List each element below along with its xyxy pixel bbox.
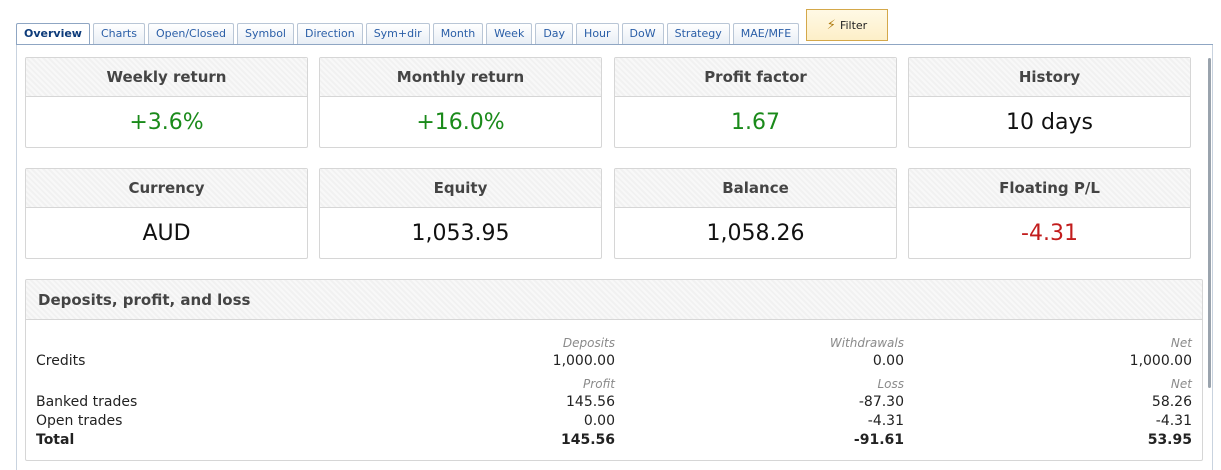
card-value: AUD	[142, 221, 191, 246]
tab-month[interactable]: Month	[432, 23, 484, 44]
card-balance: Balance 1,058.26	[614, 168, 897, 259]
cell-net: 1,000.00	[1129, 353, 1192, 369]
credits-row: Credits 1,000.00 0.00 1,000.00	[36, 352, 1192, 370]
card-profit-factor: Profit factor 1.67	[614, 57, 897, 148]
tab-overview[interactable]: Overview	[16, 23, 90, 45]
credits-header-row: Deposits Withdrawals Net	[36, 336, 1192, 350]
card-history: History 10 days	[908, 57, 1191, 148]
card-title: Equity	[320, 169, 601, 208]
row-label: Open trades	[36, 413, 123, 429]
card-currency: Currency AUD	[25, 168, 308, 259]
card-title: Balance	[615, 169, 896, 208]
col-header-profit: Profit	[583, 377, 615, 391]
col-header-net: Net	[1170, 336, 1192, 350]
card-value: 10 days	[1006, 110, 1093, 135]
card-title: Currency	[26, 169, 307, 208]
card-title: History	[909, 58, 1190, 97]
row-label: Banked trades	[36, 394, 138, 410]
total-row: Total 145.56 -91.61 53.95	[36, 431, 1192, 449]
card-value: +3.6%	[129, 110, 204, 135]
cell-loss: -4.31	[867, 413, 904, 429]
cell-profit: 145.56	[560, 432, 615, 448]
tab-direction[interactable]: Direction	[296, 23, 363, 44]
filter-label: Filter	[839, 18, 868, 32]
tab-open-closed[interactable]: Open/Closed	[147, 23, 234, 44]
row-label: Total	[36, 432, 75, 448]
col-header-withdrawals: Withdrawals	[829, 336, 904, 350]
card-monthly-return: Monthly return +16.0%	[319, 57, 602, 148]
card-value: 1.67	[731, 110, 780, 135]
open-trades-row: Open trades 0.00 -4.31 -4.31	[36, 412, 1192, 430]
tab-mae-mfe[interactable]: MAE/MFE	[732, 23, 800, 44]
cell-deposits: 1,000.00	[552, 353, 615, 369]
card-value: 1,058.26	[706, 221, 805, 246]
tab-week[interactable]: Week	[486, 23, 533, 44]
card-value: -4.31	[1021, 221, 1078, 246]
banked-trades-row: Banked trades 145.56 -87.30 58.26	[36, 393, 1192, 411]
row-label: Credits	[36, 353, 86, 369]
tab-day[interactable]: Day	[535, 23, 574, 44]
tab-charts[interactable]: Charts	[92, 23, 145, 44]
card-title: Weekly return	[26, 58, 307, 97]
tab-hour[interactable]: Hour	[576, 23, 619, 44]
card-title: Profit factor	[615, 58, 896, 97]
trades-header-row: Profit Loss Net	[36, 377, 1192, 391]
filter-icon: ⚡	[826, 17, 836, 33]
deposits-panel: Deposits, profit, and loss Deposits With…	[25, 279, 1203, 461]
tab-bar: Overview Charts Open/Closed Symbol Direc…	[16, 22, 802, 45]
tab-symbol[interactable]: Symbol	[237, 23, 294, 44]
card-title: Monthly return	[320, 58, 601, 97]
panel-title: Deposits, profit, and loss	[26, 280, 1202, 320]
tab-strategy[interactable]: Strategy	[666, 23, 730, 44]
card-value: 1,053.95	[411, 221, 510, 246]
col-header-loss: Loss	[877, 377, 904, 391]
card-equity: Equity 1,053.95	[319, 168, 602, 259]
tab-sym-dir[interactable]: Sym+dir	[365, 23, 430, 44]
filter-button[interactable]: ⚡ Filter	[806, 9, 888, 41]
cell-net: 58.26	[1151, 394, 1192, 410]
cell-loss: -91.61	[853, 432, 904, 448]
cell-loss: -87.30	[858, 394, 904, 410]
card-weekly-return: Weekly return +3.6%	[25, 57, 308, 148]
col-header-net: Net	[1170, 377, 1192, 391]
cell-net: -4.31	[1155, 413, 1192, 429]
card-value: +16.0%	[416, 110, 505, 135]
cell-net: 53.95	[1147, 432, 1192, 448]
card-title: Floating P/L	[909, 169, 1190, 208]
cell-profit: 145.56	[566, 394, 615, 410]
col-header-deposits: Deposits	[562, 336, 615, 350]
scrollbar-thumb[interactable]	[1208, 58, 1211, 388]
tab-dow[interactable]: DoW	[621, 23, 664, 44]
cell-withdrawals: 0.00	[872, 353, 904, 369]
cell-profit: 0.00	[583, 413, 615, 429]
card-floating-pl: Floating P/L -4.31	[908, 168, 1191, 259]
